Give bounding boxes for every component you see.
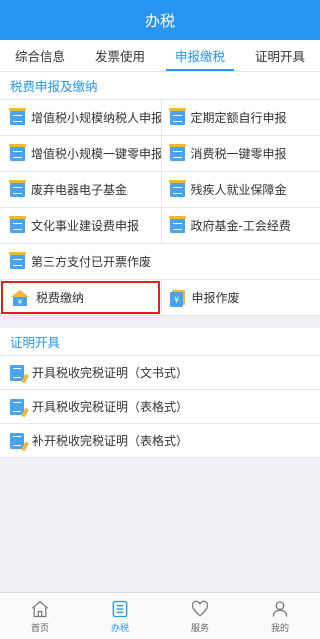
item-declare-void[interactable]: ¥ 申报作废	[160, 280, 320, 315]
void-payment-icon: ¥	[169, 289, 185, 307]
tab-general-info[interactable]: 综合信息	[0, 40, 80, 71]
document-icon	[168, 216, 186, 233]
svg-text:¥: ¥	[173, 295, 178, 304]
tab-certificate[interactable]: 证明开具	[240, 40, 320, 71]
item-cert-document-style[interactable]: 开具税收完税证明（文书式）	[0, 356, 320, 390]
item-third-party-void[interactable]: 第三方支付已开票作废	[0, 244, 320, 279]
home-icon	[32, 600, 48, 617]
item-cert-table-style[interactable]: 开具税收完税证明（表格式）	[0, 390, 320, 424]
item-tax-payment[interactable]: ¥ 税费缴纳	[0, 280, 161, 315]
section-gap	[0, 316, 320, 328]
heart-icon	[191, 600, 209, 616]
tab-bar: 综合信息 发票使用 申报缴税 证明开具	[0, 40, 320, 72]
item-cert-reissue-table-style[interactable]: 补开税收完税证明（表格式）	[0, 424, 320, 458]
item-vat-small-scale-declare[interactable]: 增值税小规模纳税人申报	[0, 100, 161, 135]
document-icon	[9, 144, 26, 161]
item-waste-electronics-fund[interactable]: 废弃电器电子基金	[0, 172, 161, 207]
house-payment-icon: ¥	[11, 289, 29, 306]
item-vat-zero-declare[interactable]: 增值税小规模一键零申报	[0, 136, 161, 171]
list-icon	[112, 600, 128, 617]
document-icon	[9, 180, 26, 197]
document-icon	[168, 144, 186, 161]
nav-service[interactable]: 服务	[160, 593, 240, 639]
declare-section-title: 税费申报及缴纳	[0, 72, 320, 100]
declare-grid: 增值税小规模纳税人申报 定期定额自行申报 增值税小规模一键零申报 消费税一键零申…	[0, 100, 320, 316]
document-icon	[168, 180, 186, 197]
nav-home[interactable]: 首页	[0, 593, 80, 639]
cert-section-title: 证明开具	[0, 328, 320, 356]
tab-declare-pay[interactable]: 申报缴税	[160, 40, 240, 71]
tab-invoice-use[interactable]: 发票使用	[80, 40, 160, 71]
page-title: 办税	[144, 11, 175, 30]
nav-tax[interactable]: 办税	[80, 593, 160, 639]
document-icon	[9, 252, 26, 269]
item-fixed-quota-declare[interactable]: 定期定额自行申报	[160, 100, 320, 135]
item-union-fund[interactable]: 政府基金-工会经费	[160, 208, 320, 243]
certificate-icon	[10, 398, 29, 417]
document-icon	[168, 108, 186, 125]
certificate-icon	[10, 364, 29, 383]
bottom-nav: 首页 办税 服务 我的	[0, 592, 320, 639]
item-consumption-tax-zero-declare[interactable]: 消费税一键零申报	[160, 136, 320, 171]
user-icon	[272, 600, 288, 617]
document-icon	[9, 216, 26, 233]
document-icon	[9, 108, 26, 125]
app-header: 办税	[0, 0, 320, 40]
nav-mine[interactable]: 我的	[240, 593, 320, 639]
svg-text:¥: ¥	[18, 298, 23, 306]
certificate-icon	[10, 432, 29, 451]
item-culture-fee-declare[interactable]: 文化事业建设费申报	[0, 208, 161, 243]
item-disabled-employment-fund[interactable]: 残疾人就业保障金	[160, 172, 320, 207]
